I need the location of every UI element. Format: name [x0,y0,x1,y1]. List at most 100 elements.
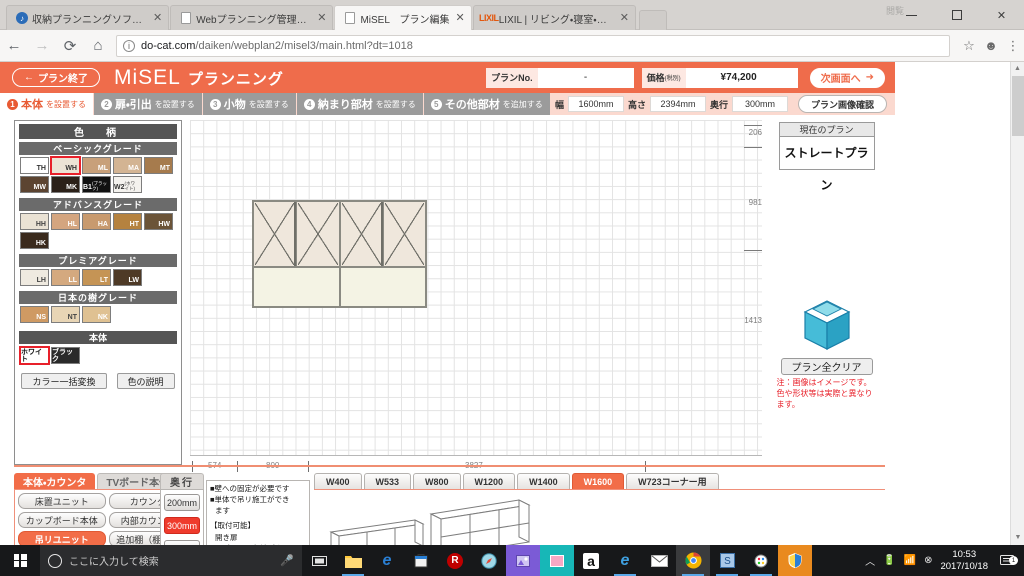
step-tab-4[interactable]: 4 納まり部材 を設置する [296,93,424,115]
height-value[interactable]: 2394mm [649,96,706,112]
task-view-icon[interactable] [302,545,336,576]
bookmark-star-icon[interactable]: ☆ [958,38,980,54]
taskbar-clock[interactable]: 10:53 2017/10/18 [940,549,988,573]
swatch-W2[interactable]: W2 (ホワイト) [113,176,142,193]
tab-w1600[interactable]: W1600 [571,473,625,489]
start-button[interactable] [0,554,40,567]
step-tab-5[interactable]: 5 その他部材 を追加する [423,93,551,115]
swatch-HH[interactable]: HH [20,213,49,230]
ie-icon[interactable]: e [608,545,642,576]
product-item-h2[interactable]: H2 D300 [422,496,542,545]
swatch-TH[interactable]: TH [20,157,49,174]
browser-tab-4[interactable]: LIXIL LIXIL | リビング・寝室・居室 ✕ [472,5,636,30]
swatch-NT[interactable]: NT [51,306,80,323]
end-plan-button[interactable]: ← プラン終了 [12,68,100,87]
tab-w723-corner[interactable]: W723コーナー用 [626,473,719,489]
store-icon[interactable] [404,545,438,576]
swatch-MW[interactable]: MW [20,176,49,193]
door-panel[interactable] [254,202,298,266]
onedrive-error-icon[interactable]: ⊗ [924,555,932,566]
menu-icon[interactable]: ⋮ [1002,38,1024,54]
tab-w1400[interactable]: W1400 [517,473,570,489]
comp-button-floor-unit[interactable]: 床置ユニット [18,493,106,509]
close-icon[interactable]: ✕ [456,12,465,24]
amazon-icon[interactable]: a [574,545,608,576]
plan-canvas[interactable] [190,120,762,455]
swatch-LL[interactable]: LL [51,269,80,286]
close-icon[interactable]: ✕ [153,12,162,24]
bulk-color-convert-button[interactable]: カラー一括変換 [21,373,107,389]
scroll-down-icon[interactable]: ▼ [1011,531,1024,545]
defender-icon[interactable] [778,545,812,576]
swatch-NS[interactable]: NS [20,306,49,323]
swatch-LW[interactable]: LW [113,269,142,286]
depth-option-300[interactable]: 300mm [164,517,200,534]
swatch-HA[interactable]: HA [82,213,111,230]
width-value[interactable]: 1600mm [567,96,624,112]
swatch-HW[interactable]: HW [144,213,173,230]
minimize-button[interactable] [889,0,934,30]
close-window-button[interactable]: ✕ [979,0,1024,30]
tab-w1200[interactable]: W1200 [462,473,516,489]
step-tab-2[interactable]: 2 扉・引出 を設置する [94,93,203,115]
tab-w400[interactable]: W400 [314,473,362,489]
swatch-MT[interactable]: MT [144,157,173,174]
maximize-button[interactable] [934,0,979,30]
scroll-up-icon[interactable]: ▲ [1011,62,1024,76]
forward-icon[interactable]: → [28,37,56,54]
comp-button-cupboard-body[interactable]: カップボード本体 [18,512,106,528]
paint-icon[interactable] [744,545,778,576]
notification-center-icon[interactable]: 1 [996,554,1018,567]
compass-icon[interactable] [472,545,506,576]
browser-tab-2[interactable]: Webプランニング管理サイト ✕ [170,5,334,30]
wifi-icon[interactable]: 📶 [904,555,916,566]
3d-box-icon[interactable] [801,298,853,352]
reload-icon[interactable]: ⟳ [56,37,84,55]
tab-body-counter[interactable]: 本体・カウンタ [14,473,96,489]
account-icon[interactable]: ☻ [980,38,1002,53]
swatch-NK[interactable]: NK [82,306,111,323]
swatch-MK[interactable]: MK [51,176,80,193]
tab-w800[interactable]: W800 [413,473,461,489]
cabinet-upper-doors[interactable] [254,202,425,268]
page-scrollbar[interactable]: ▲ ▼ [1010,62,1024,545]
shelf-bay[interactable] [341,268,426,306]
mail-icon[interactable] [642,545,676,576]
cabinet-unit[interactable] [252,200,427,308]
swatch-HT[interactable]: HT [113,213,142,230]
microphone-icon[interactable]: 🎤 [280,554,294,567]
chrome-icon[interactable] [676,545,710,576]
swatch-HK[interactable]: HK [20,232,49,249]
swatch-LH[interactable]: LH [20,269,49,286]
swatch-MA[interactable]: MA [113,157,142,174]
tray-expand-icon[interactable]: ︿ [865,553,875,568]
swatch-LT[interactable]: LT [82,269,111,286]
door-panel[interactable] [384,202,425,266]
swatch-body-black[interactable]: ブラック [51,347,80,364]
pink-app-icon[interactable] [540,545,574,576]
comp-button-hanging-unit[interactable]: 吊リユニット [18,531,106,545]
shelf-bay[interactable] [254,267,341,306]
swatch-ML[interactable]: ML [82,157,111,174]
clear-plan-button[interactable]: プラン全クリア [780,358,873,375]
swatch-body-white[interactable]: ホワイト [19,346,50,365]
door-panel[interactable] [297,202,341,266]
door-panel[interactable] [341,202,384,266]
close-icon[interactable]: ✕ [317,12,326,24]
home-icon[interactable]: ⌂ [84,37,112,54]
s-app-icon[interactable]: S [710,545,744,576]
new-tab-button[interactable] [638,10,667,30]
next-screen-button[interactable]: 次画面へ ➜ [809,67,885,88]
cabinet-lower-shelf[interactable] [254,267,426,306]
file-explorer-icon[interactable] [336,545,370,576]
photo-icon[interactable] [506,545,540,576]
browser-tab-3[interactable]: MiSEL プラン編集 ✕ [334,5,472,30]
plan-image-preview-button[interactable]: プラン画像確認 [797,95,887,113]
depth-value[interactable]: 300mm [731,96,788,112]
step-tab-1[interactable]: 1 本体 を設置する [0,93,94,115]
tab-w533[interactable]: W533 [363,473,412,489]
depth-option-200[interactable]: 200mm [164,494,200,511]
swatch-HL[interactable]: HL [51,213,80,230]
product-item-h1[interactable]: H1 D300 [322,508,432,545]
color-description-button[interactable]: 色の説明 [116,373,175,389]
